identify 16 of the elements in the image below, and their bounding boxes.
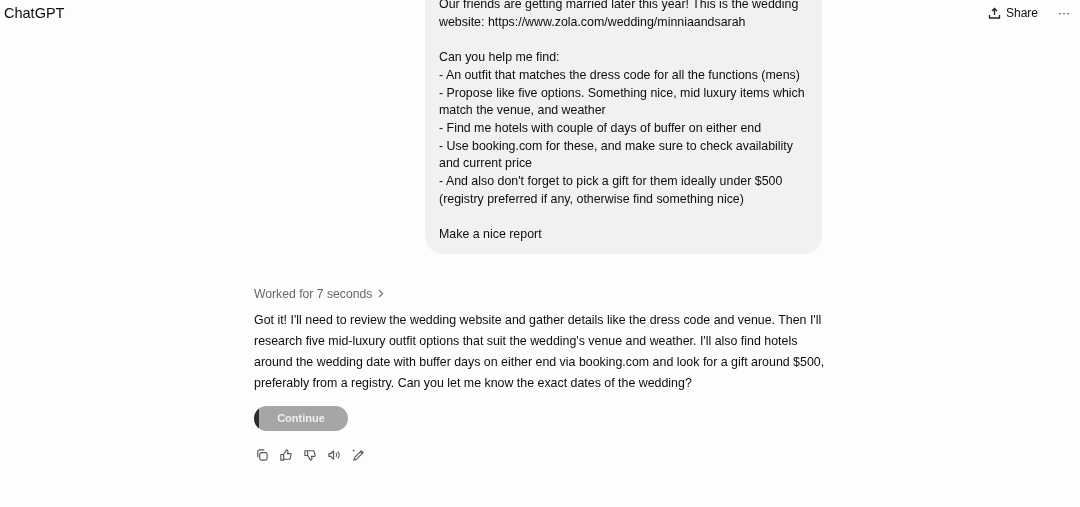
- app-title: ChatGPT: [4, 5, 65, 21]
- thumbs-up-button[interactable]: [278, 446, 294, 463]
- thumbs-down-icon: [303, 447, 317, 462]
- worked-toggle[interactable]: Worked for 7 seconds: [254, 286, 385, 301]
- chevron-right-icon: [378, 289, 385, 299]
- speaker-icon: [327, 447, 341, 462]
- share-button[interactable]: Share: [985, 4, 1040, 22]
- assistant-reply: Got it! I'll need to review the wedding website and gather details like the dress code and venue. Then I'll research five mid-luxury outfit options that suit the wedding's venue and weather. I'll also find hotels around the wedding date with buffer days on either end via booking.com and look for a gift around $500, preferably from a registry. Can you let me know the exact dates of the wedding?: [254, 311, 826, 392]
- more-button[interactable]: ···: [1056, 4, 1072, 22]
- share-icon: [987, 6, 1001, 20]
- copy-icon: [255, 447, 269, 462]
- pencil-icon: [351, 447, 365, 462]
- message-paragraph: Can you help me find: - An outfit that matches the dress code for all the functions (mens) - Propose like five options. Something nice, mid luxury items which match the venue, and weather - Find me hotels with couple of days of buffer on either end - Use booking.com for these, and make sure to check availability and current price - And also don't forget to pick a gift for them ideally under $500 (registry preferred if any, otherwise find something nice): [439, 49, 806, 208]
- copy-button[interactable]: [254, 446, 270, 463]
- thumbs-up-icon: [279, 447, 293, 462]
- message-paragraph: Make a nice report: [439, 226, 543, 244]
